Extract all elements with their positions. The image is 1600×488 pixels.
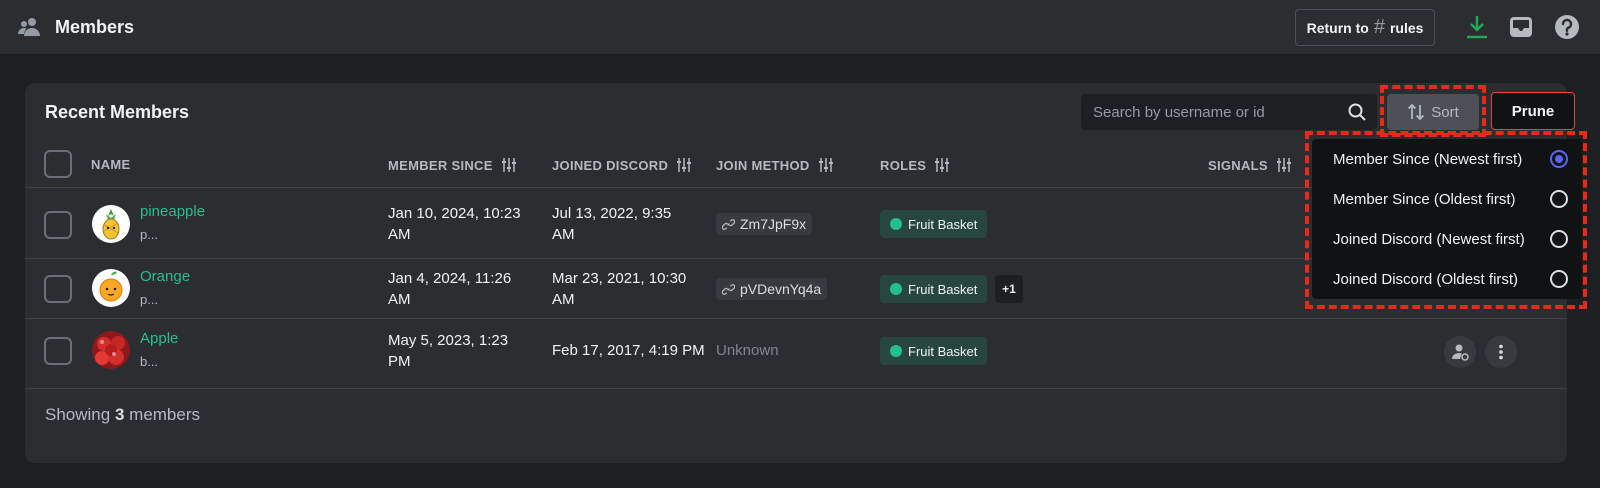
sort-label: Sort	[1431, 103, 1459, 121]
role-chip[interactable]: Fruit Basket	[880, 337, 988, 365]
member-subtext: b...	[140, 354, 159, 369]
vertical-ellipsis-icon	[1499, 344, 1503, 360]
member-username[interactable]: Orange	[140, 268, 190, 285]
member-subtext: p...	[140, 292, 159, 307]
table-row[interactable]: Apple b... May 5, 2023, 1:23 PM Feb 17, 2…	[25, 319, 1567, 389]
invite-code: pVDevnYq4a	[740, 281, 822, 297]
sort-dropdown-menu: Member Since (Newest first) Member Since…	[1312, 139, 1582, 299]
avatar[interactable]	[92, 269, 130, 307]
radio-selected[interactable]	[1550, 150, 1568, 168]
column-roles[interactable]: ROLES	[880, 157, 950, 173]
column-signals[interactable]: SIGNALS	[1208, 157, 1292, 173]
sort-option-joined-discord-newest[interactable]: Joined Discord (Newest first)	[1312, 219, 1582, 259]
invite-code-chip[interactable]: pVDevnYq4a	[716, 278, 828, 300]
filter-icon[interactable]	[934, 157, 950, 173]
row-checkbox[interactable]	[44, 337, 72, 365]
radio-unselected[interactable]	[1550, 270, 1568, 288]
sort-option-member-since-oldest[interactable]: Member Since (Oldest first)	[1312, 179, 1582, 219]
inbox-icon[interactable]	[1508, 14, 1534, 40]
view-profile-button[interactable]	[1444, 336, 1476, 368]
sort-option-member-since-newest[interactable]: Member Since (Newest first)	[1312, 139, 1582, 179]
role-name: Fruit Basket	[908, 281, 978, 297]
role-name: Fruit Basket	[908, 343, 978, 359]
invite-code-chip[interactable]: Zm7JpF9x	[716, 213, 813, 235]
page-title: Members	[55, 17, 135, 37]
column-join-method[interactable]: JOIN METHOD	[716, 157, 834, 173]
search-icon	[1348, 103, 1366, 121]
download-icon[interactable]	[1463, 13, 1491, 41]
members-icon	[18, 18, 40, 36]
return-channel-name: rules	[1389, 19, 1424, 36]
sort-arrows-icon	[1408, 103, 1425, 121]
panel-title: Recent Members	[45, 102, 190, 122]
return-to-channel-button[interactable]: Return to # rules	[1295, 9, 1435, 46]
member-since-cell: Jan 4, 2024, 11:26 AM	[388, 270, 512, 308]
role-name: Fruit Basket	[908, 216, 978, 232]
filter-icon[interactable]	[676, 157, 692, 173]
role-color-dot	[890, 218, 902, 230]
member-since-cell: Jan 10, 2024, 10:23 AM	[388, 205, 521, 243]
member-count: 3	[114, 405, 125, 424]
role-chip[interactable]: Fruit Basket	[880, 275, 988, 303]
search-input[interactable]	[1081, 94, 1377, 130]
row-checkbox[interactable]	[44, 275, 72, 303]
hashtag-icon: #	[1373, 16, 1385, 38]
return-label: Return to	[1306, 19, 1369, 36]
sort-option-joined-discord-oldest[interactable]: Joined Discord (Oldest first)	[1312, 259, 1582, 299]
filter-icon[interactable]	[818, 157, 834, 173]
member-subtext: p...	[140, 227, 159, 242]
filter-icon[interactable]	[501, 157, 517, 173]
avatar[interactable]	[92, 331, 130, 369]
member-username[interactable]: Apple	[140, 330, 178, 347]
member-count-footer: Showing 3 members	[45, 405, 201, 424]
join-method-unknown: Unknown	[716, 342, 779, 359]
invite-code: Zm7JpF9x	[740, 216, 807, 232]
role-color-dot	[890, 283, 902, 295]
member-username[interactable]: pineapple	[140, 203, 205, 220]
column-name: NAME	[91, 157, 131, 172]
avatar[interactable]	[92, 205, 130, 243]
more-roles-badge[interactable]: +1	[995, 275, 1023, 303]
top-header: Members Return to # rules	[0, 0, 1600, 55]
column-member-since[interactable]: MEMBER SINCE	[388, 157, 517, 173]
column-joined-discord[interactable]: JOINED DISCORD	[552, 157, 692, 173]
help-icon[interactable]	[1553, 13, 1581, 41]
prune-button[interactable]: Prune	[1491, 92, 1575, 130]
sort-button[interactable]: Sort	[1387, 94, 1479, 130]
joined-discord-cell: Mar 23, 2021, 10:30 AM	[552, 270, 687, 308]
member-since-cell: May 5, 2023, 1:23 PM	[388, 332, 509, 370]
role-chip[interactable]: Fruit Basket	[880, 210, 988, 238]
joined-discord-cell: Feb 17, 2017, 4:19 PM	[552, 342, 705, 359]
role-color-dot	[890, 345, 902, 357]
radio-unselected[interactable]	[1550, 190, 1568, 208]
more-options-button[interactable]	[1485, 336, 1517, 368]
user-settings-icon	[1452, 344, 1469, 361]
orange-avatar-icon	[99, 271, 123, 302]
row-checkbox[interactable]	[44, 211, 72, 239]
joined-discord-cell: Jul 13, 2022, 9:35 AM	[552, 205, 672, 243]
select-all-checkbox[interactable]	[44, 150, 72, 178]
filter-icon[interactable]	[1276, 157, 1292, 173]
pineapple-avatar-icon	[102, 209, 120, 240]
link-icon	[722, 283, 735, 295]
radio-unselected[interactable]	[1550, 230, 1568, 248]
link-icon	[722, 218, 735, 230]
apple-avatar-icon	[95, 336, 125, 365]
